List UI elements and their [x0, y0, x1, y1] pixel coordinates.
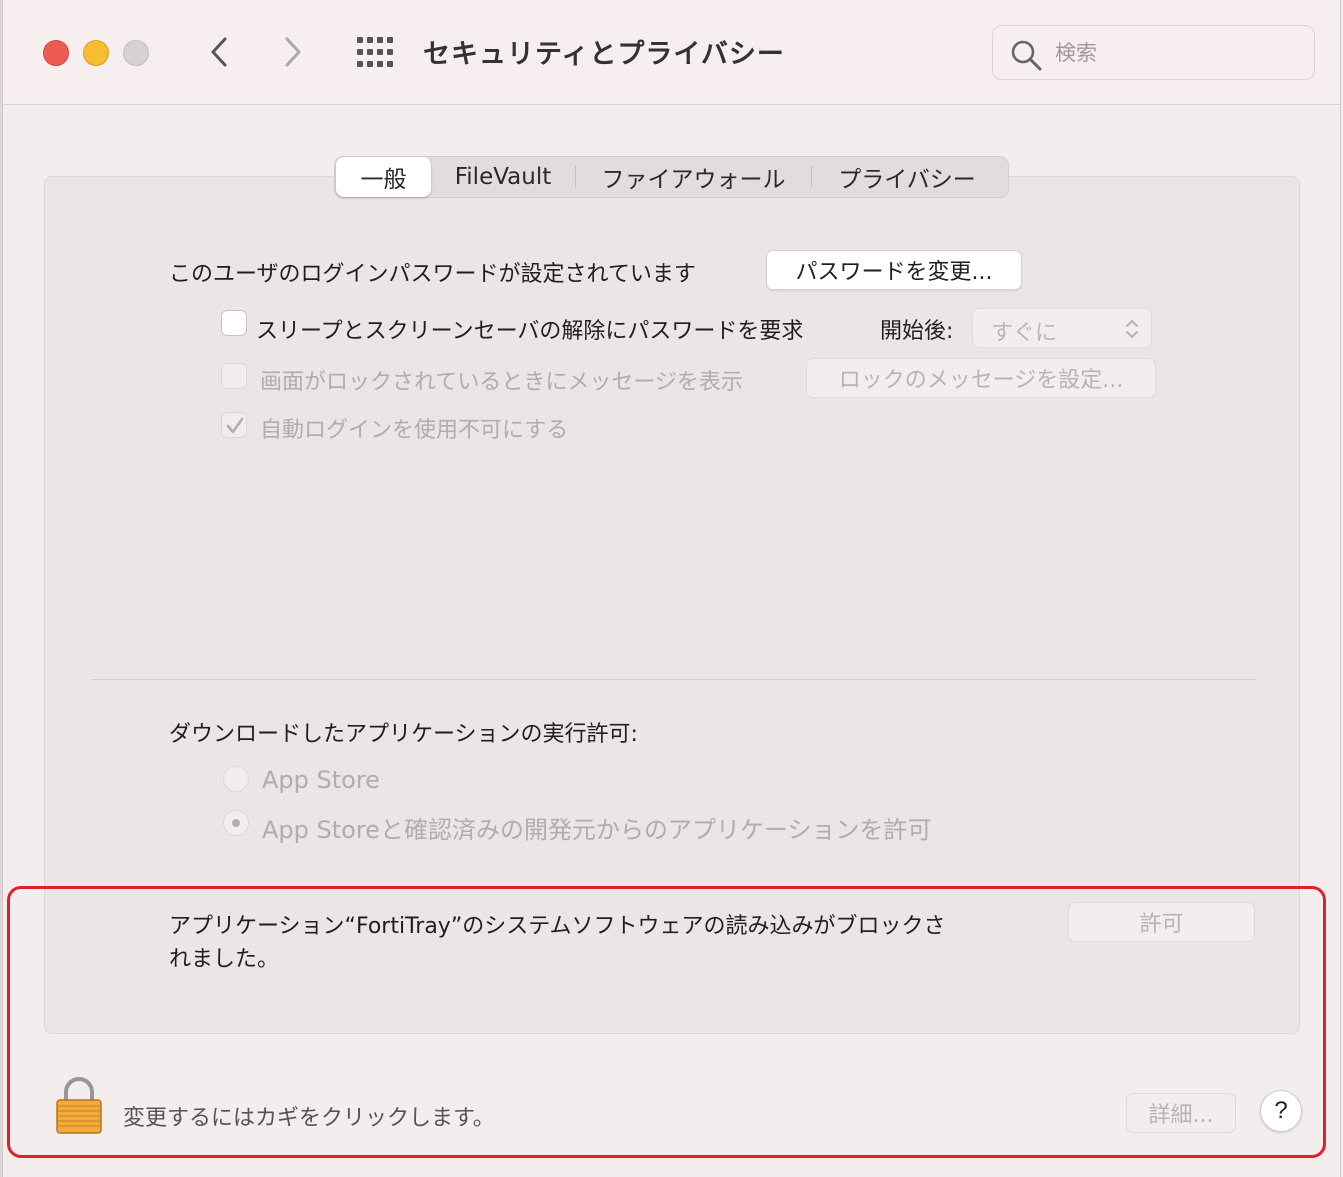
chevron-updown-icon — [1126, 319, 1138, 339]
help-button[interactable]: ? — [1260, 1090, 1302, 1132]
radio-app-store-label: App Store — [262, 766, 380, 794]
preferences-window: セキュリティとプライバシー 一般 FileVault ファイアウォール プライバ… — [2, 0, 1341, 1177]
back-button[interactable] — [201, 30, 237, 74]
require-password-label: スリープとスクリーンセーバの解除にパスワードを要求 — [256, 319, 804, 344]
window-title: セキュリティとプライバシー — [423, 39, 785, 70]
password-status-text: このユーザのログインパスワードが設定されています — [169, 262, 696, 287]
require-password-checkbox[interactable] — [221, 310, 247, 336]
grid-icon — [357, 37, 393, 67]
downloads-heading: ダウンロードしたアプリケーションの実行許可: — [169, 722, 638, 747]
radio-app-store-identified-label: App Storeと確認済みの開発元からのアプリケーションを許可 — [262, 816, 932, 844]
radio-app-store-identified[interactable] — [223, 810, 249, 836]
allow-button[interactable]: 許可 — [1068, 902, 1255, 942]
close-window-button[interactable] — [43, 40, 69, 66]
chevron-right-icon — [285, 37, 301, 67]
lock-hint-text: 変更するにはカギをクリックします。 — [123, 1106, 495, 1131]
after-label: 開始後: — [880, 319, 954, 344]
blocked-message-line2: れました。 — [169, 947, 280, 972]
minimize-window-button[interactable] — [83, 40, 109, 66]
chevron-left-icon — [211, 37, 227, 67]
set-lock-message-button[interactable]: ロックのメッセージを設定... — [806, 358, 1156, 398]
checkmark-icon — [226, 417, 244, 434]
radio-selected-dot — [232, 819, 240, 827]
radio-app-store[interactable] — [223, 766, 249, 792]
tab-filevault[interactable]: FileVault — [431, 157, 575, 197]
lock-button[interactable] — [55, 1076, 103, 1134]
tab-general[interactable]: 一般 — [336, 157, 431, 197]
select-value: すぐに — [991, 321, 1058, 346]
search-icon — [1011, 40, 1042, 71]
advanced-button[interactable]: 詳細... — [1126, 1093, 1236, 1133]
require-password-delay-select[interactable]: すぐに — [972, 308, 1152, 348]
search-field[interactable] — [992, 25, 1315, 80]
lock-icon — [56, 1077, 102, 1134]
zoom-window-button[interactable] — [123, 40, 149, 66]
section-divider — [91, 679, 1256, 680]
change-password-button[interactable]: パスワードを変更... — [766, 250, 1022, 290]
search-input[interactable] — [1055, 36, 1295, 70]
disable-auto-login-checkbox[interactable] — [221, 412, 247, 438]
tab-firewall[interactable]: ファイアウォール — [576, 157, 811, 197]
disable-auto-login-label: 自動ログインを使用不可にする — [260, 418, 569, 443]
show-message-checkbox[interactable] — [221, 363, 247, 389]
tab-bar: 一般 FileVault ファイアウォール プライバシー — [334, 156, 1009, 198]
forward-button[interactable] — [275, 30, 311, 74]
show-all-button[interactable] — [355, 34, 395, 70]
blocked-message-line1: アプリケーション“FortiTray”のシステムソフトウェアの読み込みがブロック… — [169, 914, 946, 939]
tab-privacy[interactable]: プライバシー — [812, 157, 1002, 197]
toolbar: セキュリティとプライバシー — [3, 0, 1340, 105]
show-message-label: 画面がロックされているときにメッセージを表示 — [260, 370, 743, 395]
